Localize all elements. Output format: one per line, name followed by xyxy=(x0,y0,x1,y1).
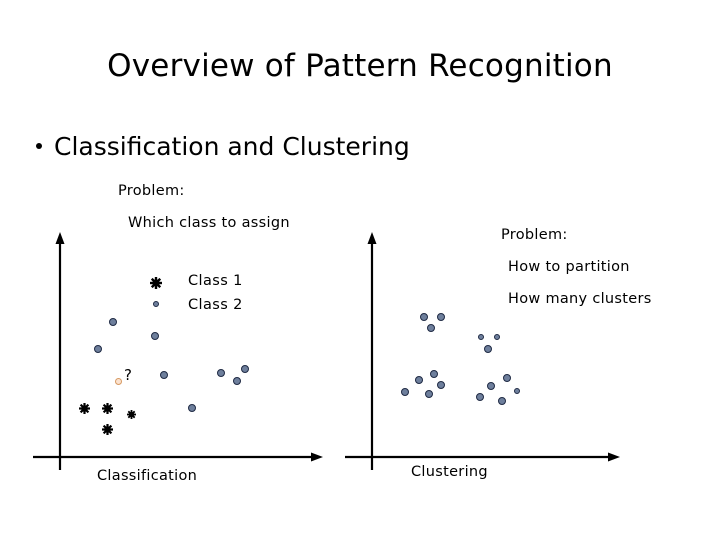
cluster-point xyxy=(415,376,423,384)
class2-point xyxy=(109,318,117,326)
x-axis-arrowhead-icon xyxy=(311,452,323,462)
left-problem-question: Which class to assign xyxy=(128,215,290,231)
class2-point xyxy=(217,369,225,377)
class2-point xyxy=(241,365,249,373)
cluster-point xyxy=(498,397,506,405)
class1-legend-marker-icon xyxy=(150,274,164,289)
classification-axes xyxy=(33,232,323,470)
cluster-point xyxy=(437,381,445,389)
legend-row-class-2: Class 2 xyxy=(150,293,243,317)
class2-point xyxy=(188,404,196,412)
cluster-point xyxy=(478,334,484,340)
legend-label-class-2: Class 2 xyxy=(188,297,243,313)
x-axis-arrowhead-icon xyxy=(608,452,620,462)
classification-legend: Class 1 Class 2 xyxy=(150,269,243,317)
cluster-point xyxy=(476,393,484,401)
cluster-point xyxy=(437,313,445,321)
classification-caption: Classification xyxy=(97,468,198,484)
clustering-caption: Clustering xyxy=(411,464,488,480)
bullet-item-label: Classification and Clustering xyxy=(54,132,410,161)
cluster-point xyxy=(514,388,520,394)
star-marker-icon xyxy=(102,403,113,414)
clustering-axes xyxy=(345,232,620,470)
class1-point xyxy=(102,399,113,414)
star-marker-icon xyxy=(127,410,136,419)
y-axis-arrowhead-icon xyxy=(367,232,377,244)
cluster-point xyxy=(420,313,428,321)
page-title: Overview of Pattern Recognition xyxy=(107,48,613,84)
unknown-sample-label: ? xyxy=(124,366,132,384)
bullet-item: Classification and Clustering xyxy=(36,132,410,161)
bullet-dot-icon xyxy=(36,143,42,149)
cluster-point xyxy=(427,324,435,332)
class1-point xyxy=(79,399,90,414)
unknown-sample-point xyxy=(115,378,122,385)
cluster-point xyxy=(503,374,511,382)
clustering-scatter-plot xyxy=(340,230,650,480)
y-axis-arrowhead-icon xyxy=(55,232,65,244)
class2-point xyxy=(160,371,168,379)
star-marker-icon xyxy=(102,424,113,435)
class2-point xyxy=(94,345,102,353)
classification-scatter-plot xyxy=(28,230,328,480)
legend-label-class-1: Class 1 xyxy=(188,273,243,289)
cluster-point xyxy=(494,334,500,340)
class2-point xyxy=(151,332,159,340)
class2-point xyxy=(233,377,241,385)
class1-point xyxy=(127,404,136,419)
cluster-point xyxy=(487,382,495,390)
cluster-point xyxy=(430,370,438,378)
legend-row-class-1: Class 1 xyxy=(150,269,243,293)
class2-legend-marker-icon xyxy=(150,298,164,312)
cluster-point xyxy=(425,390,433,398)
cluster-point xyxy=(484,345,492,353)
left-problem-label: Problem: xyxy=(118,183,185,199)
slide-canvas: Overview of Pattern Recognition Classifi… xyxy=(0,0,720,540)
cluster-point xyxy=(401,388,409,396)
star-marker-icon xyxy=(79,403,90,414)
class1-point xyxy=(102,420,113,435)
